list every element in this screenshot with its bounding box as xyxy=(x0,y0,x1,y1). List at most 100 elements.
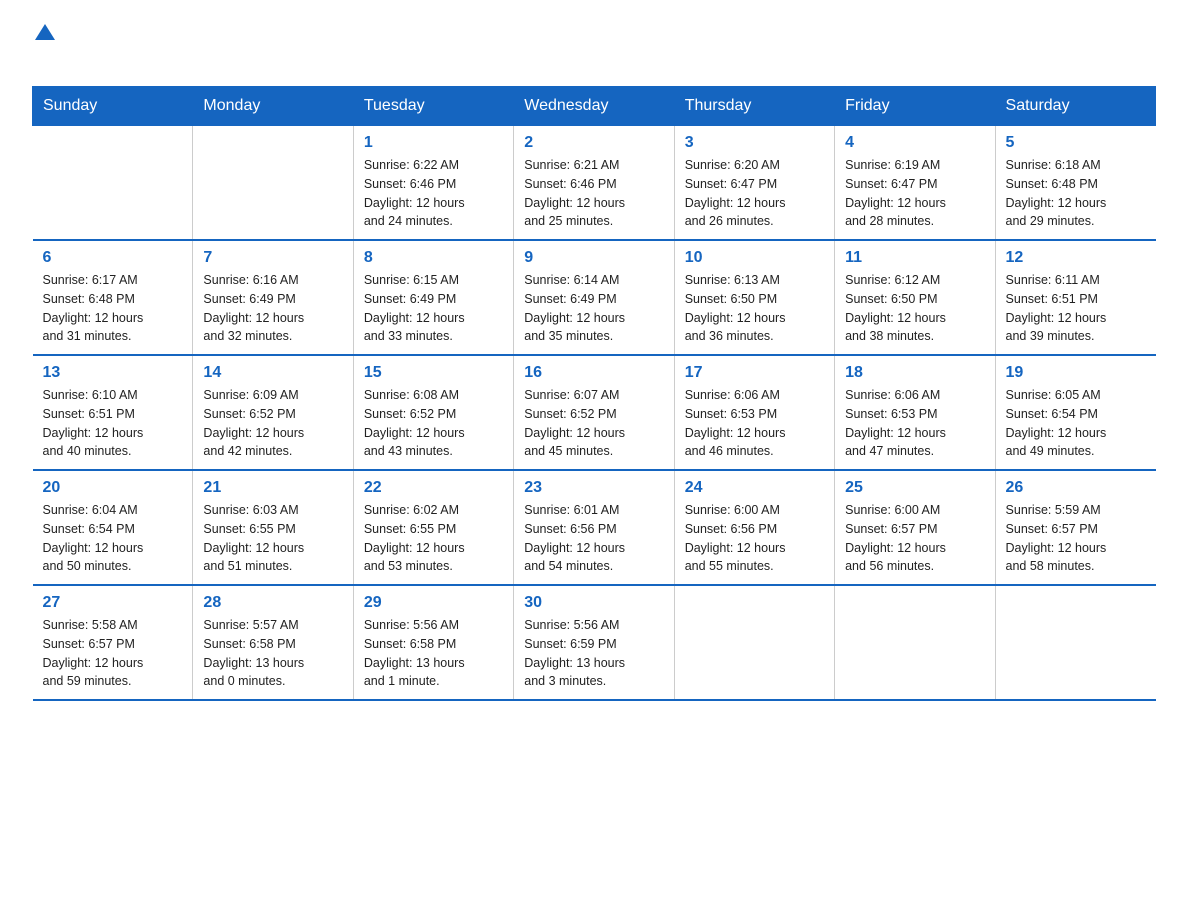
day-info: Sunrise: 6:12 AM Sunset: 6:50 PM Dayligh… xyxy=(845,271,984,346)
calendar-week-row: 13 Sunrise: 6:10 AM Sunset: 6:51 PM Dayli… xyxy=(33,355,1156,470)
day-info: Sunrise: 6:20 AM Sunset: 6:47 PM Dayligh… xyxy=(685,156,824,231)
calendar-cell: 15 Sunrise: 6:08 AM Sunset: 6:52 PM Dayli… xyxy=(353,355,513,470)
calendar-cell: 25Sunrise: 6:00 AM Sunset: 6:57 PM Dayli… xyxy=(835,470,995,585)
day-info: Sunrise: 6:00 AM Sunset: 6:56 PM Dayligh… xyxy=(685,501,824,576)
calendar-cell: 5 Sunrise: 6:18 AM Sunset: 6:48 PM Daylig… xyxy=(995,126,1155,241)
calendar-cell: 21 Sunrise: 6:03 AM Sunset: 6:55 PM Dayli… xyxy=(193,470,353,585)
day-number: 4 xyxy=(845,134,984,152)
day-info: Sunrise: 6:05 AM Sunset: 6:54 PM Dayligh… xyxy=(1006,386,1146,461)
day-number: 15 xyxy=(364,364,503,382)
day-info: Sunrise: 6:04 AM Sunset: 6:54 PM Dayligh… xyxy=(43,501,183,576)
day-number: 23 xyxy=(524,479,663,497)
day-info: Sunrise: 6:11 AM Sunset: 6:51 PM Dayligh… xyxy=(1006,271,1146,346)
day-number: 14 xyxy=(203,364,342,382)
day-number: 12 xyxy=(1006,249,1146,267)
calendar-cell xyxy=(193,126,353,241)
day-number: 13 xyxy=(43,364,183,382)
calendar-cell: 11 Sunrise: 6:12 AM Sunset: 6:50 PM Dayli… xyxy=(835,240,995,355)
weekday-header-tuesday: Tuesday xyxy=(353,87,513,126)
calendar-cell: 24 Sunrise: 6:00 AM Sunset: 6:56 PM Dayli… xyxy=(674,470,834,585)
day-info: Sunrise: 6:22 AM Sunset: 6:46 PM Dayligh… xyxy=(364,156,503,231)
day-number: 27 xyxy=(43,594,183,612)
day-info: Sunrise: 6:10 AM Sunset: 6:51 PM Dayligh… xyxy=(43,386,183,461)
calendar-cell: 8 Sunrise: 6:15 AM Sunset: 6:49 PM Daylig… xyxy=(353,240,513,355)
day-info: Sunrise: 5:57 AM Sunset: 6:58 PM Dayligh… xyxy=(203,616,342,691)
day-number: 26 xyxy=(1006,479,1146,497)
day-info: Sunrise: 5:58 AM Sunset: 6:57 PM Dayligh… xyxy=(43,616,183,691)
day-info: Sunrise: 5:56 AM Sunset: 6:59 PM Dayligh… xyxy=(524,616,663,691)
calendar-cell: 28 Sunrise: 5:57 AM Sunset: 6:58 PM Dayli… xyxy=(193,585,353,700)
logo xyxy=(32,24,55,66)
day-info: Sunrise: 6:18 AM Sunset: 6:48 PM Dayligh… xyxy=(1006,156,1146,231)
day-info: Sunrise: 6:06 AM Sunset: 6:53 PM Dayligh… xyxy=(685,386,824,461)
weekday-header-saturday: Saturday xyxy=(995,87,1155,126)
day-number: 30 xyxy=(524,594,663,612)
calendar-cell xyxy=(674,585,834,700)
day-info: Sunrise: 6:01 AM Sunset: 6:56 PM Dayligh… xyxy=(524,501,663,576)
calendar-cell: 3 Sunrise: 6:20 AM Sunset: 6:47 PM Daylig… xyxy=(674,126,834,241)
calendar-cell: 1 Sunrise: 6:22 AM Sunset: 6:46 PM Daylig… xyxy=(353,126,513,241)
day-info: Sunrise: 6:16 AM Sunset: 6:49 PM Dayligh… xyxy=(203,271,342,346)
day-info: Sunrise: 6:09 AM Sunset: 6:52 PM Dayligh… xyxy=(203,386,342,461)
calendar-cell: 22 Sunrise: 6:02 AM Sunset: 6:55 PM Dayli… xyxy=(353,470,513,585)
calendar-cell: 17 Sunrise: 6:06 AM Sunset: 6:53 PM Dayli… xyxy=(674,355,834,470)
calendar-cell: 30 Sunrise: 5:56 AM Sunset: 6:59 PM Dayli… xyxy=(514,585,674,700)
day-info: Sunrise: 6:03 AM Sunset: 6:55 PM Dayligh… xyxy=(203,501,342,576)
day-number: 7 xyxy=(203,249,342,267)
day-number: 21 xyxy=(203,479,342,497)
day-number: 22 xyxy=(364,479,503,497)
day-info: Sunrise: 6:02 AM Sunset: 6:55 PM Dayligh… xyxy=(364,501,503,576)
day-number: 17 xyxy=(685,364,824,382)
calendar-cell: 27 Sunrise: 5:58 AM Sunset: 6:57 PM Dayli… xyxy=(33,585,193,700)
day-number: 11 xyxy=(845,249,984,267)
day-number: 8 xyxy=(364,249,503,267)
calendar-cell xyxy=(835,585,995,700)
calendar-table: SundayMondayTuesdayWednesdayThursdayFrid… xyxy=(32,86,1156,701)
day-info: Sunrise: 6:15 AM Sunset: 6:49 PM Dayligh… xyxy=(364,271,503,346)
day-info: Sunrise: 6:06 AM Sunset: 6:53 PM Dayligh… xyxy=(845,386,984,461)
day-number: 24 xyxy=(685,479,824,497)
day-number: 18 xyxy=(845,364,984,382)
weekday-header-monday: Monday xyxy=(193,87,353,126)
calendar-cell: 26 Sunrise: 5:59 AM Sunset: 6:57 PM Dayli… xyxy=(995,470,1155,585)
day-number: 9 xyxy=(524,249,663,267)
day-info: Sunrise: 6:07 AM Sunset: 6:52 PM Dayligh… xyxy=(524,386,663,461)
calendar-cell: 14 Sunrise: 6:09 AM Sunset: 6:52 PM Dayli… xyxy=(193,355,353,470)
day-number: 2 xyxy=(524,134,663,152)
weekday-header-sunday: Sunday xyxy=(33,87,193,126)
calendar-week-row: 1 Sunrise: 6:22 AM Sunset: 6:46 PM Daylig… xyxy=(33,126,1156,241)
calendar-cell: 13 Sunrise: 6:10 AM Sunset: 6:51 PM Dayli… xyxy=(33,355,193,470)
day-number: 3 xyxy=(685,134,824,152)
calendar-cell: 7 Sunrise: 6:16 AM Sunset: 6:49 PM Daylig… xyxy=(193,240,353,355)
day-info: Sunrise: 6:17 AM Sunset: 6:48 PM Dayligh… xyxy=(43,271,183,346)
day-number: 1 xyxy=(364,134,503,152)
calendar-cell xyxy=(995,585,1155,700)
day-info: Sunrise: 5:56 AM Sunset: 6:58 PM Dayligh… xyxy=(364,616,503,691)
day-info: Sunrise: 5:59 AM Sunset: 6:57 PM Dayligh… xyxy=(1006,501,1146,576)
calendar-week-row: 27 Sunrise: 5:58 AM Sunset: 6:57 PM Dayli… xyxy=(33,585,1156,700)
calendar-cell: 23 Sunrise: 6:01 AM Sunset: 6:56 PM Dayli… xyxy=(514,470,674,585)
day-info: Sunrise: 6:00 AM Sunset: 6:57 PM Dayligh… xyxy=(845,501,984,576)
calendar-week-row: 6 Sunrise: 6:17 AM Sunset: 6:48 PM Daylig… xyxy=(33,240,1156,355)
day-info: Sunrise: 6:19 AM Sunset: 6:47 PM Dayligh… xyxy=(845,156,984,231)
calendar-cell: 16Sunrise: 6:07 AM Sunset: 6:52 PM Dayli… xyxy=(514,355,674,470)
calendar-cell: 6 Sunrise: 6:17 AM Sunset: 6:48 PM Daylig… xyxy=(33,240,193,355)
calendar-cell: 29 Sunrise: 5:56 AM Sunset: 6:58 PM Dayli… xyxy=(353,585,513,700)
day-info: Sunrise: 6:21 AM Sunset: 6:46 PM Dayligh… xyxy=(524,156,663,231)
day-number: 29 xyxy=(364,594,503,612)
page-header xyxy=(32,24,1156,66)
day-number: 6 xyxy=(43,249,183,267)
day-number: 5 xyxy=(1006,134,1146,152)
day-info: Sunrise: 6:14 AM Sunset: 6:49 PM Dayligh… xyxy=(524,271,663,346)
weekday-header-thursday: Thursday xyxy=(674,87,834,126)
day-info: Sunrise: 6:13 AM Sunset: 6:50 PM Dayligh… xyxy=(685,271,824,346)
calendar-week-row: 20Sunrise: 6:04 AM Sunset: 6:54 PM Dayli… xyxy=(33,470,1156,585)
day-info: Sunrise: 6:08 AM Sunset: 6:52 PM Dayligh… xyxy=(364,386,503,461)
day-number: 19 xyxy=(1006,364,1146,382)
day-number: 28 xyxy=(203,594,342,612)
weekday-header-wednesday: Wednesday xyxy=(514,87,674,126)
calendar-cell: 18 Sunrise: 6:06 AM Sunset: 6:53 PM Dayli… xyxy=(835,355,995,470)
day-number: 10 xyxy=(685,249,824,267)
weekday-header-row: SundayMondayTuesdayWednesdayThursdayFrid… xyxy=(33,87,1156,126)
calendar-cell xyxy=(33,126,193,241)
